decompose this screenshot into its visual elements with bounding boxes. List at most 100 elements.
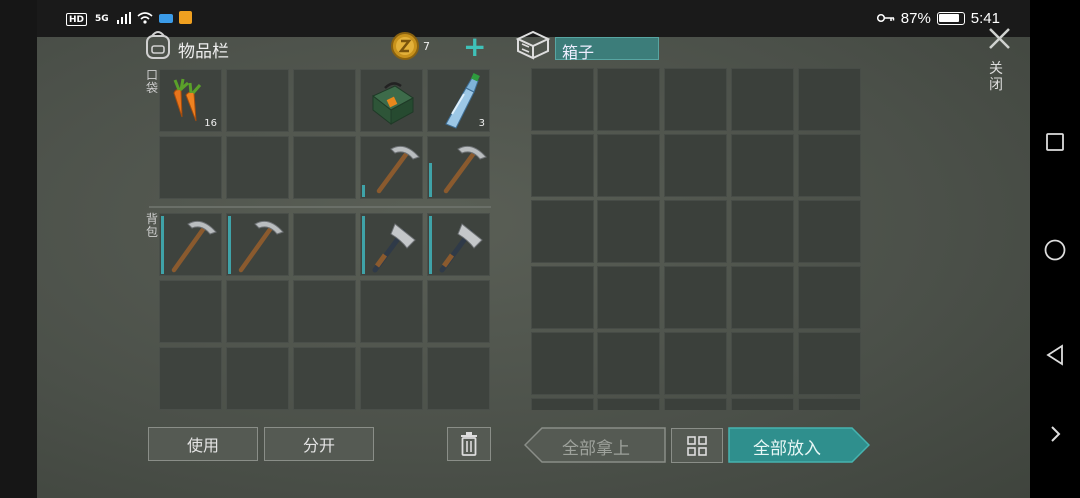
box-slot[interactable] <box>798 134 861 197</box>
box-slot[interactable] <box>798 332 861 395</box>
pocket-slot-9[interactable] <box>360 136 423 199</box>
inventory-title: 物品栏 <box>178 42 229 62</box>
split-button[interactable]: 分开 <box>264 427 374 461</box>
box-slot[interactable] <box>664 266 727 329</box>
notification-icon <box>178 11 192 27</box>
pocket-slot-5[interactable]: 3 <box>427 69 490 132</box>
box-slot[interactable] <box>531 332 594 395</box>
durability-bar <box>429 216 432 274</box>
backpack-slot-1[interactable] <box>159 213 222 276</box>
box-slot[interactable] <box>798 266 861 329</box>
backpack-slot-9[interactable] <box>360 280 423 343</box>
backpack-slot-13[interactable] <box>293 347 356 410</box>
put-all-label: 全部放入 <box>753 439 821 459</box>
box-slot[interactable] <box>798 200 861 263</box>
pocket-slot-1[interactable]: 16 <box>159 69 222 132</box>
pickaxe-icon <box>376 145 420 194</box>
box-slot[interactable] <box>597 134 660 197</box>
backpack-label: 背包 <box>145 212 158 239</box>
pocket-slot-4[interactable] <box>360 69 423 132</box>
box-slot[interactable] <box>731 266 794 329</box>
delete-button[interactable] <box>447 427 491 461</box>
item-count: 3 <box>478 118 485 129</box>
box-slot[interactable] <box>664 68 727 131</box>
pocket-slot-10[interactable] <box>427 136 490 199</box>
box-slot[interactable] <box>597 200 660 263</box>
wifi-icon <box>137 11 153 27</box>
item-count: 16 <box>204 118 217 129</box>
pocket-label: 口袋 <box>145 68 158 95</box>
box-slot[interactable] <box>664 398 727 410</box>
box-slot[interactable] <box>597 68 660 131</box>
backpack-slot-6[interactable] <box>159 280 222 343</box>
box-slot[interactable] <box>731 68 794 131</box>
box-slot[interactable] <box>597 398 660 410</box>
box-name-field[interactable]: 箱子 <box>555 37 659 62</box>
backpack-slot-4[interactable] <box>360 213 423 276</box>
box-slot[interactable] <box>597 266 660 329</box>
sort-grid-icon <box>687 435 707 456</box>
box-slot[interactable] <box>664 134 727 197</box>
pocket-slot-7[interactable] <box>226 136 289 199</box>
pocket-slot-2[interactable] <box>226 69 289 132</box>
durability-bar <box>362 185 365 197</box>
durability-bar <box>228 216 231 274</box>
box-grid <box>529 68 864 410</box>
box-slot[interactable] <box>664 332 727 395</box>
key-icon <box>876 10 895 27</box>
box-slot[interactable] <box>531 266 594 329</box>
use-button[interactable]: 使用 <box>148 427 258 461</box>
divider <box>149 206 491 208</box>
box-slot[interactable] <box>531 200 594 263</box>
put-all-button[interactable]: 全部放入 <box>728 427 870 463</box>
backpack-slot-12[interactable] <box>226 347 289 410</box>
close-icon <box>989 28 1010 49</box>
box-slot[interactable] <box>531 398 594 410</box>
box-slot[interactable] <box>664 200 727 263</box>
box-slot[interactable] <box>731 200 794 263</box>
status-right: 87% 5:41 <box>876 10 1000 27</box>
pocket-slot-6[interactable] <box>159 136 222 199</box>
box-icon <box>515 29 551 65</box>
backpack-slot-2[interactable] <box>226 213 289 276</box>
hatchet-icon <box>439 223 483 273</box>
pickaxe-icon <box>443 145 487 194</box>
box-slot[interactable] <box>597 332 660 395</box>
box-slot[interactable] <box>731 398 794 410</box>
backpack-slot-5[interactable] <box>427 213 490 276</box>
chevron-right-icon <box>1051 426 1061 442</box>
pickaxe-icon <box>171 220 217 273</box>
backpack-slot-7[interactable] <box>226 280 289 343</box>
backpack-slot-11[interactable] <box>159 347 222 410</box>
backpack-slot-3[interactable] <box>293 213 356 276</box>
expand-button[interactable] <box>1030 424 1080 444</box>
signal-bars-icon <box>116 11 131 27</box>
box-slot[interactable] <box>531 134 594 197</box>
add-coins-button[interactable]: + <box>463 30 486 63</box>
battery-icon <box>936 12 965 25</box>
home-button[interactable] <box>1030 238 1080 262</box>
box-slot[interactable] <box>798 398 861 410</box>
box-slot[interactable] <box>731 332 794 395</box>
toolbox-icon <box>372 82 414 126</box>
sort-button[interactable] <box>671 428 723 463</box>
circle-icon <box>1044 239 1066 261</box>
close-button[interactable] <box>985 24 1015 54</box>
back-button[interactable] <box>1030 343 1080 367</box>
box-slot[interactable] <box>798 68 861 131</box>
box-slot[interactable] <box>731 134 794 197</box>
close-label[interactable]: 关闭 <box>989 61 1005 93</box>
box-title: 箱子 <box>562 43 595 62</box>
backpack-slot-15[interactable] <box>427 347 490 410</box>
backpack-icon <box>143 28 173 66</box>
take-all-button[interactable]: 全部拿上 <box>524 427 666 463</box>
game-screen: 物品栏 7 + 口袋 背包 16 3 使用 分开 箱子 关闭 全部拿上 全部放入 <box>37 28 1030 498</box>
backpack-slot-14[interactable] <box>360 347 423 410</box>
pocket-slot-8[interactable] <box>293 136 356 199</box>
recents-button[interactable] <box>1030 132 1080 152</box>
backpack-slot-10[interactable] <box>427 280 490 343</box>
pocket-slot-3[interactable] <box>293 69 356 132</box>
backpack-slot-8[interactable] <box>293 280 356 343</box>
box-slot[interactable] <box>531 68 594 131</box>
5g-signal-icon: 5G <box>95 13 109 24</box>
